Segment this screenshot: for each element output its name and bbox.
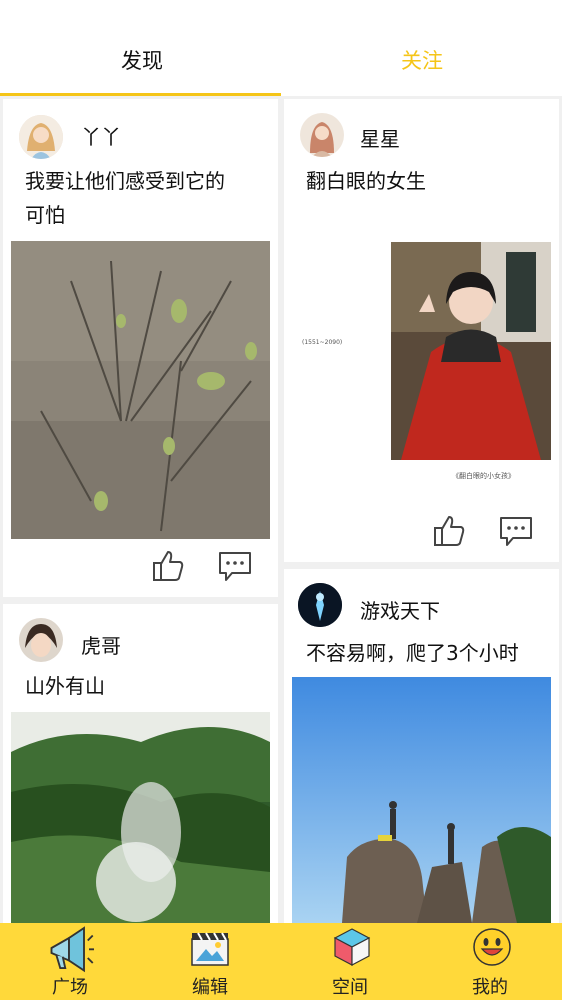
smiley-icon: [473, 928, 511, 966]
username[interactable]: 虎哥: [81, 630, 121, 659]
avatar[interactable]: [19, 618, 63, 662]
username[interactable]: 星星: [360, 123, 400, 152]
cube-icon: [333, 928, 371, 966]
nav-item-edit[interactable]: 编辑: [140, 923, 280, 1000]
avatar[interactable]: [19, 115, 63, 159]
nav-label: 编辑: [192, 977, 228, 998]
megaphone-icon: [50, 926, 94, 973]
like-icon[interactable]: [432, 514, 466, 548]
post-text-line: 不容易啊，爬了3个小时: [306, 641, 519, 665]
clapperboard-icon: [191, 932, 229, 966]
photo-caption-left: (1551~2090): [302, 339, 343, 346]
post-card-4[interactable]: 游戏天下 不容易啊，爬了3个小时: [284, 569, 559, 923]
bottom-nav-bar: 广场 编辑 空间 我的: [0, 923, 562, 1000]
nav-item-mine[interactable]: 我的: [420, 923, 560, 1000]
post-text-line: 可怕: [25, 203, 65, 227]
nav-label: 我的: [472, 977, 508, 998]
active-tab-indicator: [0, 93, 281, 96]
post-photo[interactable]: [11, 241, 270, 539]
post-card-2[interactable]: 星星 翻白眼的女生 (1551~2090) 《翻白眼的小女孩》: [284, 99, 559, 562]
username[interactable]: 游戏天下: [360, 595, 440, 624]
avatar[interactable]: [298, 583, 342, 627]
comment-icon[interactable]: [218, 549, 252, 583]
post-text-line: 山外有山: [25, 674, 105, 698]
avatar[interactable]: [300, 113, 344, 157]
tab-discover[interactable]: 发现: [100, 46, 184, 76]
like-icon[interactable]: [151, 549, 185, 583]
post-text-line: 翻白眼的女生: [306, 169, 426, 193]
nav-label: 广场: [52, 977, 88, 998]
post-photo[interactable]: [11, 712, 270, 923]
post-photo[interactable]: [292, 677, 551, 923]
post-card-3[interactable]: 虎哥 山外有山: [3, 604, 278, 923]
top-tab-bar: 发现 关注: [0, 0, 562, 96]
photo-caption-right: 《翻白眼的小女孩》: [452, 472, 515, 480]
nav-item-square[interactable]: 广场: [0, 923, 140, 1000]
comment-icon[interactable]: [499, 514, 533, 548]
tab-follow[interactable]: 关注: [380, 46, 464, 76]
post-card-1[interactable]: 丫丫 我要让他们感受到它的 可怕: [3, 99, 278, 597]
post-photo[interactable]: [391, 242, 551, 460]
username[interactable]: 丫丫: [81, 121, 121, 150]
nav-item-space[interactable]: 空间: [280, 923, 420, 1000]
post-text-line: 我要让他们感受到它的: [25, 169, 225, 193]
nav-label: 空间: [332, 977, 368, 998]
